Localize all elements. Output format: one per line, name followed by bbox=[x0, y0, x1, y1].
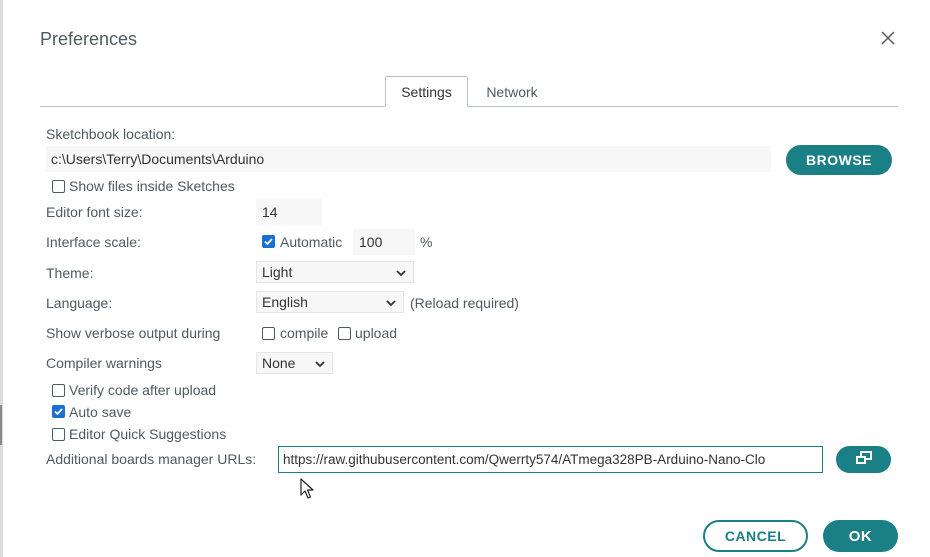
language-label: Language: bbox=[46, 295, 113, 311]
tab-settings[interactable]: Settings bbox=[385, 76, 468, 107]
verify-upload-label: Verify code after upload bbox=[69, 382, 217, 398]
close-icon[interactable] bbox=[878, 28, 898, 48]
tabs-divider bbox=[40, 106, 898, 107]
verbose-upload-checkbox[interactable] bbox=[338, 327, 351, 340]
compiler-warnings-select[interactable]: None bbox=[256, 352, 333, 374]
editor-font-size-input[interactable]: 14 bbox=[256, 199, 322, 225]
verbose-compile-checkbox[interactable] bbox=[262, 327, 275, 340]
boards-urls-input[interactable]: https://raw.githubusercontent.com/Qwerrt… bbox=[278, 446, 823, 473]
show-files-label: Show files inside Sketches bbox=[69, 178, 235, 194]
cancel-button[interactable]: CANCEL bbox=[703, 520, 808, 552]
automatic-scale-label: Automatic bbox=[280, 234, 343, 250]
mouse-cursor-icon bbox=[300, 478, 316, 503]
interface-scale-label: Interface scale: bbox=[46, 234, 141, 250]
verbose-compile-label: compile bbox=[280, 325, 329, 341]
sketchbook-location-label: Sketchbook location: bbox=[46, 126, 176, 142]
chevron-down-icon bbox=[314, 357, 326, 373]
language-select[interactable]: English bbox=[256, 291, 404, 313]
window-edge bbox=[0, 0, 3, 557]
quick-suggestions-label: Editor Quick Suggestions bbox=[69, 426, 227, 442]
verbose-upload-label: upload bbox=[355, 325, 398, 341]
open-window-button[interactable] bbox=[836, 446, 891, 473]
chevron-down-icon bbox=[395, 266, 407, 282]
interface-scale-unit: % bbox=[420, 234, 433, 250]
language-reload-note: (Reload required) bbox=[410, 295, 519, 311]
quick-suggestions-checkbox[interactable] bbox=[52, 428, 65, 441]
automatic-scale-checkbox[interactable] bbox=[262, 235, 275, 248]
dialog-title: Preferences bbox=[40, 29, 138, 49]
boards-urls-label: Additional boards manager URLs: bbox=[46, 451, 257, 467]
theme-select[interactable]: Light bbox=[256, 261, 414, 283]
theme-label: Theme: bbox=[46, 265, 94, 281]
show-files-checkbox[interactable] bbox=[52, 180, 65, 193]
editor-font-size-label: Editor font size: bbox=[46, 204, 143, 220]
interface-scale-input[interactable]: 100 bbox=[353, 229, 415, 255]
sketchbook-location-input[interactable]: c:\Users\Terry\Documents\Arduino bbox=[46, 146, 771, 172]
browse-button[interactable]: BROWSE bbox=[786, 145, 892, 175]
language-select-value: English bbox=[262, 294, 308, 310]
auto-save-checkbox[interactable] bbox=[52, 405, 65, 418]
auto-save-label: Auto save bbox=[69, 404, 132, 420]
open-window-icon bbox=[855, 451, 873, 468]
verify-upload-checkbox[interactable] bbox=[52, 384, 65, 397]
compiler-warnings-value: None bbox=[262, 355, 296, 371]
tab-network[interactable]: Network bbox=[470, 76, 554, 107]
theme-select-value: Light bbox=[262, 264, 293, 280]
compiler-warnings-label: Compiler warnings bbox=[46, 355, 162, 371]
window-edge-shadow bbox=[0, 405, 2, 445]
chevron-down-icon bbox=[385, 296, 397, 312]
verbose-output-label: Show verbose output during bbox=[46, 325, 221, 341]
ok-button[interactable]: OK bbox=[823, 520, 898, 552]
